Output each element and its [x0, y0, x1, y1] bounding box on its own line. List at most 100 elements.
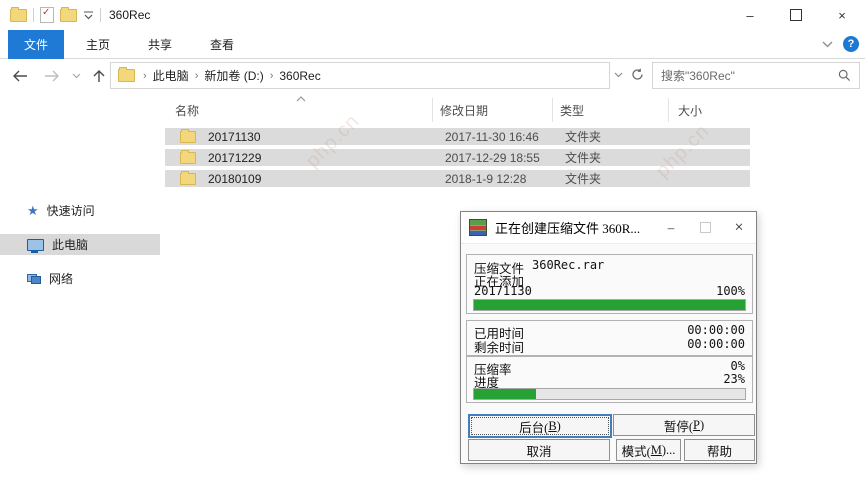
winrar-icon [469, 219, 487, 236]
tab-share[interactable]: 共享 [132, 31, 188, 58]
file-date: 2017-12-29 18:55 [445, 151, 540, 165]
column-divider[interactable] [552, 98, 553, 122]
current-item-name: 20171130 [474, 284, 532, 298]
address-bar-row: › 此电脑 › 新加卷 (D:) › 360Rec 搜索"360Rec" [0, 59, 865, 92]
minimize-button[interactable]: – [727, 0, 773, 30]
sidebar-item-quick-access[interactable]: ★ 快速访问 [0, 200, 160, 221]
button-label: )... [662, 443, 676, 458]
qat-customize-chevron-icon[interactable] [83, 11, 94, 20]
window-controls: – × [727, 0, 865, 30]
tab-view[interactable]: 查看 [194, 31, 250, 58]
button-label: 模式( [622, 441, 651, 460]
column-header-type[interactable]: 类型 [560, 102, 584, 119]
dialog-minimize-button[interactable]: – [654, 212, 688, 243]
maximize-icon [700, 222, 711, 233]
dialog-titlebar: 正在创建压缩文件 360R... – × [461, 212, 756, 244]
up-button[interactable] [93, 69, 105, 83]
column-divider[interactable] [432, 98, 433, 122]
button-mnemonic: P [693, 418, 700, 433]
ribbon-tab-bar: 文件 主页 共享 查看 ? [0, 30, 865, 59]
file-type: 文件夹 [565, 149, 601, 166]
dialog-close-button[interactable]: × [722, 212, 756, 243]
address-dropdown-chevron-icon[interactable] [609, 62, 627, 87]
total-progress-bar [473, 388, 746, 400]
quick-access-toolbar [0, 7, 101, 23]
pause-button[interactable]: 暂停(P) [613, 414, 755, 436]
address-breadcrumb[interactable]: › 此电脑 › 新加卷 (D:) › 360Rec [110, 62, 610, 89]
winrar-progress-dialog: 正在创建压缩文件 360R... – × 压缩文件 360Rec.rar 正在添… [460, 211, 757, 464]
folder-icon [180, 152, 196, 164]
file-name: 20180109 [208, 172, 261, 186]
cancel-button[interactable]: 取消 [468, 439, 610, 461]
remaining-line: 剩余时间 00:00:00 [474, 337, 745, 356]
back-button[interactable] [12, 70, 28, 82]
tab-home[interactable]: 主页 [70, 31, 126, 58]
maximize-icon [790, 9, 802, 21]
folder-icon [180, 131, 196, 143]
divider [100, 8, 101, 22]
breadcrumb-folder-icon [118, 69, 135, 82]
maximize-button[interactable] [773, 0, 819, 30]
archive-status-group: 压缩文件 360Rec.rar 正在添加 20171130 100% [466, 254, 753, 314]
file-date: 2018-1-9 12:28 [445, 172, 526, 186]
table-row[interactable]: 20171130 2017-11-30 16:46 文件夹 [165, 128, 750, 145]
mode-button[interactable]: 模式(M)... [616, 439, 681, 461]
time-group: 已用时间 00:00:00 剩余时间 00:00:00 [466, 320, 753, 356]
search-input[interactable]: 搜索"360Rec" [652, 62, 860, 89]
monitor-icon [27, 239, 44, 251]
breadcrumb-360rec[interactable]: 360Rec [275, 69, 324, 83]
navigation-pane: ★ 快速访问 此电脑 网络 [0, 92, 160, 503]
new-folder-icon[interactable] [60, 9, 77, 22]
button-mnemonic: M [651, 443, 662, 458]
breadcrumb-this-pc[interactable]: 此电脑 [149, 67, 193, 84]
file-progress-fill [474, 300, 745, 310]
breadcrumb-separator: › [268, 70, 276, 82]
properties-icon[interactable] [40, 7, 54, 23]
refresh-button[interactable] [627, 62, 647, 87]
table-row[interactable]: 20171229 2017-12-29 18:55 文件夹 [165, 149, 750, 166]
dialog-title: 正在创建压缩文件 360R... [495, 218, 654, 237]
recent-locations-chevron-icon[interactable] [72, 73, 81, 79]
explorer-titlebar: 360Rec – × [0, 0, 865, 30]
folder-icon [180, 173, 196, 185]
column-divider[interactable] [668, 98, 669, 122]
remaining-value: 00:00:00 [687, 337, 745, 356]
progress-group: 压缩率 0% 进度 23% [466, 356, 753, 403]
sidebar-item-network[interactable]: 网络 [0, 268, 160, 289]
file-name: 20171130 [208, 130, 261, 144]
total-progress-fill [474, 389, 536, 399]
breadcrumb-drive-d[interactable]: 新加卷 (D:) [200, 67, 267, 84]
table-row[interactable]: 20180109 2018-1-9 12:28 文件夹 [165, 170, 750, 187]
star-icon: ★ [27, 203, 39, 219]
button-label: 暂停( [664, 416, 693, 435]
file-progress-bar [473, 299, 746, 311]
breadcrumb-separator: › [193, 70, 201, 82]
button-label: ) [700, 418, 704, 433]
sidebar-item-this-pc[interactable]: 此电脑 [0, 234, 160, 255]
file-name: 20171229 [208, 151, 261, 165]
current-item-percent: 100% [716, 284, 745, 298]
column-header-row: 名称 修改日期 类型 大小 [160, 96, 865, 122]
search-icon[interactable] [838, 69, 851, 82]
window-title: 360Rec [109, 8, 150, 22]
help-icon[interactable]: ? [843, 36, 859, 52]
column-header-size[interactable]: 大小 [678, 102, 702, 119]
forward-button[interactable] [44, 70, 60, 82]
column-header-date[interactable]: 修改日期 [440, 102, 488, 119]
sidebar-item-label: 网络 [49, 270, 73, 287]
button-label: 后台( [519, 417, 548, 436]
file-type: 文件夹 [565, 128, 601, 145]
column-header-name[interactable]: 名称 [175, 102, 199, 119]
sort-ascending-icon [296, 96, 306, 102]
button-mnemonic: B [548, 419, 556, 434]
sidebar-item-label: 快速访问 [47, 202, 95, 219]
close-button[interactable]: × [819, 0, 865, 30]
remaining-label: 剩余时间 [474, 337, 524, 356]
background-button[interactable]: 后台(B) [468, 414, 612, 438]
search-placeholder: 搜索"360Rec" [653, 67, 838, 84]
current-item-line: 20171130 100% [474, 284, 745, 298]
expand-ribbon-chevron-icon[interactable] [822, 41, 833, 48]
app-folder-icon [10, 9, 27, 22]
tab-file[interactable]: 文件 [8, 30, 64, 59]
help-button[interactable]: 帮助 [684, 439, 755, 461]
